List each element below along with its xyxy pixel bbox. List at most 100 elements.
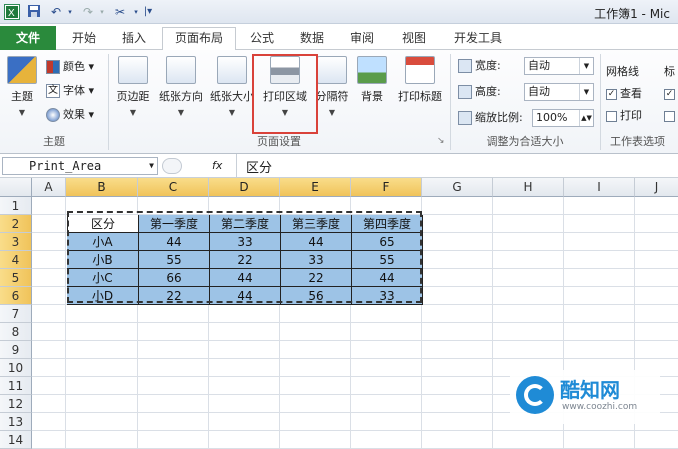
gridlines-heading: 网格线 [606,65,639,78]
background-image-icon [357,56,387,84]
height-icon [458,85,472,99]
paper-size-icon [217,56,247,84]
column-header[interactable]: G [422,178,493,197]
select-all-corner[interactable] [0,178,32,197]
theme-colors-button[interactable]: 颜色 ▾ [46,57,94,77]
coozhi-logo-icon [516,376,554,414]
column-header[interactable]: A [32,178,66,197]
tab-data[interactable]: 数据 [290,28,334,50]
dialog-launcher-icon[interactable]: ↘ [437,136,445,146]
tab-review[interactable]: 审阅 [340,28,384,50]
customize-toolbar-icon[interactable]: |▾ [140,4,156,20]
scale-stepper[interactable]: 100% ▲▼ [532,109,594,127]
group-label-scale: 调整为合适大小 [486,135,564,148]
formula-bar: Print_Area ▼ fx 区分 [0,154,678,178]
column-header[interactable]: J [635,178,678,197]
excel-window: X ↶ ▾ ↷ ▾ ✂ ▾ |▾ 工作簿1 - Mic 文件 开始 插入 页面布… [0,0,678,449]
background-button[interactable]: 背景 [356,56,388,104]
print-titles-icon [405,56,435,84]
tab-developer[interactable]: 开发工具 [444,28,512,50]
row-gridline [32,322,678,323]
formula-input[interactable]: 区分 [246,157,272,176]
column-header[interactable]: C [138,178,209,197]
tools-icon[interactable]: ✂ [112,4,128,20]
row-header[interactable]: 5 [0,269,32,287]
row-header[interactable]: 9 [0,341,32,359]
function-icon[interactable]: fx [212,159,222,172]
row-header[interactable]: 13 [0,413,32,431]
column-gridline [492,197,493,449]
themes-button[interactable]: 主题 ▼ [4,56,40,117]
watermark-name: 酷知网 [560,378,620,402]
gridlines-print-checkbox[interactable]: 打印 [606,106,642,126]
height-select[interactable]: 自动 ▼ [524,83,594,101]
row-header[interactable]: 6 [0,287,32,305]
formula-bar-toggle[interactable] [162,158,182,174]
theme-fonts-button[interactable]: 文字体 ▾ [46,81,94,101]
column-header[interactable]: D [209,178,280,197]
breaks-button[interactable]: 分隔符 ▼ [314,56,350,117]
window-title: 工作簿1 - Mic [594,7,670,21]
headings-print-checkbox[interactable] [664,106,678,126]
row-header[interactable]: 11 [0,377,32,395]
margins-icon [118,56,148,84]
size-button[interactable]: 纸张大小 ▼ [208,56,256,117]
checkmark-icon: ✓ [606,88,617,100]
print-area-highlight [252,54,318,134]
row-header[interactable]: 1 [0,197,32,215]
row-header[interactable]: 14 [0,431,32,449]
colors-icon [46,60,60,74]
chevron-down-icon: ▼ [579,84,593,100]
headings-view-checkbox[interactable]: ✓ [664,84,678,104]
orientation-button[interactable]: 纸张方向 ▼ [156,56,206,117]
tab-file[interactable]: 文件 [0,26,56,50]
chevron-down-icon: ▼ [579,58,593,74]
redo-dropdown-icon[interactable]: ▾ [94,4,110,20]
ribbon-tabs: 文件 开始 插入 页面布局 公式 数据 审阅 视图 开发工具 [0,24,678,51]
chevron-down-icon: ▼ [177,108,185,117]
group-label-sheet-options: 工作表选项 [610,135,665,148]
width-select[interactable]: 自动 ▼ [524,57,594,75]
tab-home[interactable]: 开始 [62,28,106,50]
row-gridline [32,358,678,359]
effects-icon [46,108,60,122]
chevron-down-icon: ▼ [129,108,137,117]
save-icon[interactable] [26,4,42,20]
gridlines-view-checkbox[interactable]: ✓ 查看 [606,84,642,104]
undo-dropdown-icon[interactable]: ▾ [62,4,78,20]
title-bar: X ↶ ▾ ↷ ▾ ✂ ▾ |▾ 工作簿1 - Mic [0,0,678,24]
row-header[interactable]: 8 [0,323,32,341]
row-header[interactable]: 4 [0,251,32,269]
chevron-down-icon[interactable]: ▼ [149,158,154,174]
tab-view[interactable]: 视图 [392,28,436,50]
column-header[interactable]: I [564,178,635,197]
width-label: 宽度: [458,56,501,76]
tab-formulas[interactable]: 公式 [240,28,284,50]
margins-button[interactable]: 页边距 ▼ [112,56,154,117]
chevron-down-icon: ▼ [18,108,26,117]
row-header[interactable]: 2 [0,215,32,233]
headings-heading: 标 [664,65,675,78]
column-header[interactable]: F [351,178,422,197]
excel-logo-icon: X [4,4,20,20]
fonts-icon: 文 [46,84,60,98]
ribbon: 主题 ▼ 颜色 ▾ 文字体 ▾ 效果 ▾ 主题 页边距 ▼ 纸张方向 ▼ 纸张大… [0,50,678,154]
row-header[interactable]: 10 [0,359,32,377]
column-header[interactable]: B [66,178,138,197]
row-header[interactable]: 7 [0,305,32,323]
orientation-icon [166,56,196,84]
tab-page-layout[interactable]: 页面布局 [162,27,236,51]
column-header[interactable]: H [493,178,564,197]
checkbox-box [664,110,675,122]
row-header[interactable]: 3 [0,233,32,251]
theme-effects-button[interactable]: 效果 ▾ [46,105,94,125]
chevron-down-icon: ▼ [228,108,236,117]
name-box[interactable]: Print_Area ▼ [2,157,158,175]
watermark: 酷知网 www.coozhi.com [510,370,660,424]
tab-insert[interactable]: 插入 [112,28,156,50]
row-header[interactable]: 12 [0,395,32,413]
stepper-arrows-icon[interactable]: ▲▼ [579,110,593,126]
column-header[interactable]: E [280,178,351,197]
print-titles-button[interactable]: 打印标题 [394,56,446,104]
checkbox-box [606,110,617,122]
